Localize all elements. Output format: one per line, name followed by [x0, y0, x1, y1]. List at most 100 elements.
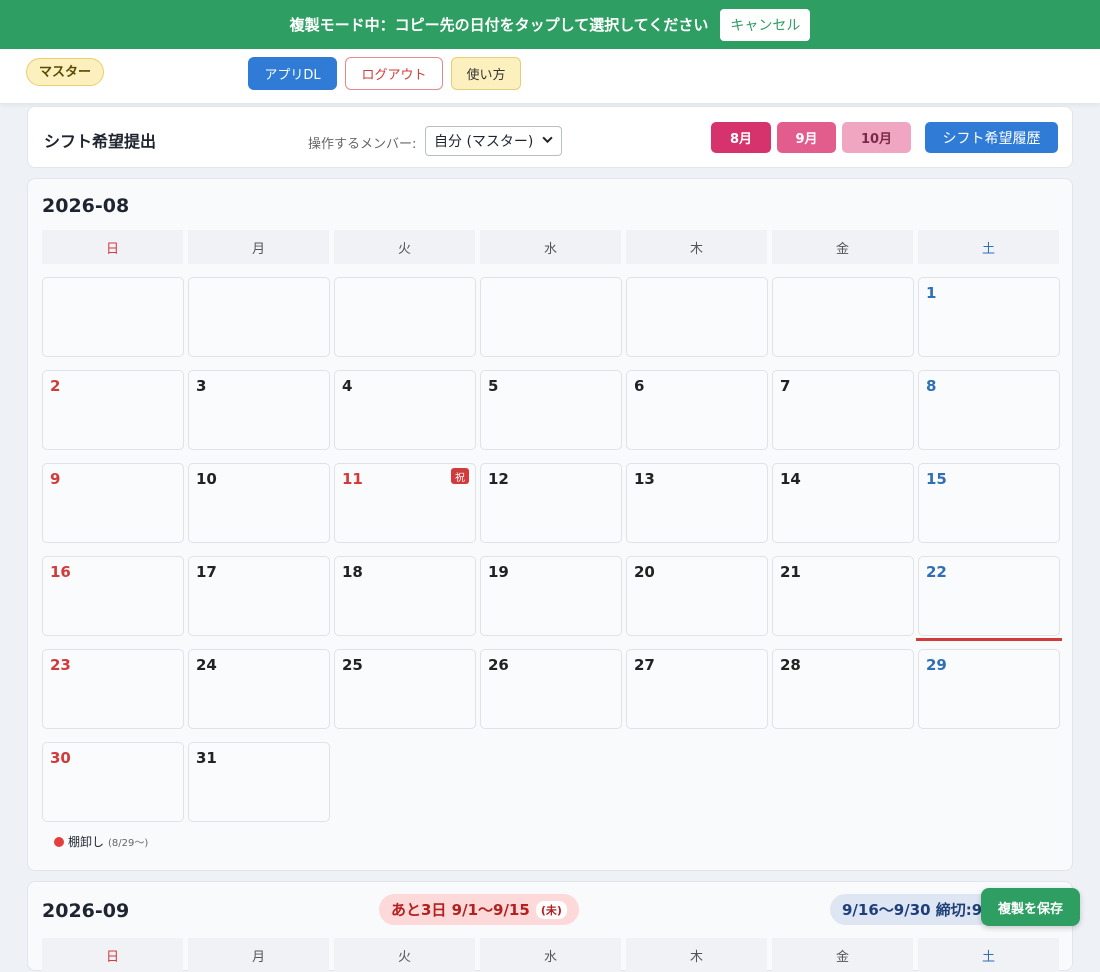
- day-number: 28: [780, 656, 801, 674]
- day-number: 10: [196, 470, 217, 488]
- member-select[interactable]: 自分 (マスター): [425, 126, 562, 156]
- page-title: シフト希望提出: [44, 132, 157, 151]
- day-cell-12[interactable]: 12: [480, 463, 622, 543]
- day-number: 30: [50, 749, 71, 767]
- day-cell-21[interactable]: 21: [772, 556, 914, 636]
- empty-day-cell: [334, 277, 476, 357]
- day-number: 25: [342, 656, 363, 674]
- empty-day-cell: [626, 277, 768, 357]
- weekday-header-thu: 木: [626, 230, 767, 264]
- day-number: 13: [634, 470, 655, 488]
- day-number: 14: [780, 470, 801, 488]
- save-copy-button[interactable]: 複製を保存: [981, 888, 1080, 926]
- day-cell-15[interactable]: 15: [918, 463, 1060, 543]
- day-number: 2: [50, 377, 61, 395]
- weekday-header-wed: 水: [480, 938, 621, 972]
- day-cell-18[interactable]: 18: [334, 556, 476, 636]
- month-button-aug[interactable]: 8月: [711, 122, 771, 153]
- deadline-text: あと3日 9/1〜9/15: [391, 901, 530, 919]
- legend: 棚卸し (8/29〜): [54, 833, 148, 850]
- month-button-oct[interactable]: 10月: [842, 122, 911, 153]
- empty-day-cell: [42, 277, 184, 357]
- day-cell-2[interactable]: 2: [42, 370, 184, 450]
- day-cell-23[interactable]: 23: [42, 649, 184, 729]
- day-number: 11: [342, 470, 363, 488]
- empty-day-cell: [188, 277, 330, 357]
- day-cell-16[interactable]: 16: [42, 556, 184, 636]
- day-cell-13[interactable]: 13: [626, 463, 768, 543]
- shift-history-button[interactable]: シフト希望履歴: [925, 122, 1058, 153]
- top-header: マスター アプリDL ログアウト 使い方: [0, 49, 1100, 103]
- day-number: 1: [926, 284, 937, 302]
- day-cell-5[interactable]: 5: [480, 370, 622, 450]
- day-number: 6: [634, 377, 645, 395]
- master-badge: マスター: [26, 58, 105, 86]
- day-cell-9[interactable]: 9: [42, 463, 184, 543]
- day-cell-7[interactable]: 7: [772, 370, 914, 450]
- empty-day-cell: [772, 277, 914, 357]
- day-cell-28[interactable]: 28: [772, 649, 914, 729]
- day-cell-10[interactable]: 10: [188, 463, 330, 543]
- today-indicator: [916, 638, 1062, 641]
- day-number: 21: [780, 563, 801, 581]
- day-number: 17: [196, 563, 217, 581]
- weekday-header-thu: 木: [626, 938, 767, 972]
- legend-label: 棚卸し: [68, 835, 105, 849]
- day-number: 19: [488, 563, 509, 581]
- day-number: 7: [780, 377, 791, 395]
- month-button-sep[interactable]: 9月: [777, 122, 836, 153]
- day-number: 23: [50, 656, 71, 674]
- shift-toolbar: シフト希望提出 操作するメンバー: 自分 (マスター) 8月 9月 10月 シフ…: [27, 106, 1073, 168]
- weekday-header-sat: 土: [918, 230, 1059, 264]
- chevron-down-icon: [542, 134, 553, 148]
- day-number: 4: [342, 377, 353, 395]
- member-select-value: 自分 (マスター): [434, 134, 534, 150]
- day-cell-20[interactable]: 20: [626, 556, 768, 636]
- event-dot-icon: [54, 836, 64, 847]
- weekday-header-fri: 金: [772, 230, 913, 264]
- day-cell-26[interactable]: 26: [480, 649, 622, 729]
- day-cell-8[interactable]: 8: [918, 370, 1060, 450]
- day-number: 8: [926, 377, 937, 395]
- day-number: 24: [196, 656, 217, 674]
- deadline-status: (未): [535, 900, 567, 919]
- month-title: 2026-08: [42, 195, 130, 217]
- day-cell-19[interactable]: 19: [480, 556, 622, 636]
- member-select-label: 操作するメンバー:: [308, 137, 417, 152]
- cancel-copy-button[interactable]: キャンセル: [720, 8, 811, 41]
- day-cell-14[interactable]: 14: [772, 463, 914, 543]
- app-download-button[interactable]: アプリDL: [248, 57, 337, 90]
- empty-day-cell: [480, 277, 622, 357]
- day-cell-29[interactable]: 29: [918, 649, 1060, 729]
- weekday-header-wed: 水: [480, 230, 621, 264]
- month-calendar-september: 2026-09 あと3日 9/1〜9/15 (未) 9/16〜9/30 締切:9…: [27, 881, 1074, 972]
- day-cell-25[interactable]: 25: [334, 649, 476, 729]
- weekday-header-fri: 金: [772, 938, 913, 972]
- weekday-header-sat: 土: [918, 938, 1059, 972]
- day-cell-30[interactable]: 30: [42, 742, 184, 822]
- day-cell-31[interactable]: 31: [188, 742, 330, 822]
- logout-button[interactable]: ログアウト: [345, 57, 443, 90]
- day-number: 20: [634, 563, 655, 581]
- day-number: 3: [196, 377, 207, 395]
- day-cell-22[interactable]: 22: [918, 556, 1060, 636]
- weekday-header-tue: 火: [334, 938, 475, 972]
- weekday-header-sun: 日: [42, 230, 183, 264]
- day-cell-1[interactable]: 1: [918, 277, 1060, 357]
- month-title: 2026-09: [42, 900, 130, 922]
- day-cell-17[interactable]: 17: [188, 556, 330, 636]
- day-cell-6[interactable]: 6: [626, 370, 768, 450]
- day-cell-24[interactable]: 24: [188, 649, 330, 729]
- howto-button[interactable]: 使い方: [451, 57, 521, 90]
- day-number: 15: [926, 470, 947, 488]
- day-number: 27: [634, 656, 655, 674]
- day-cell-11[interactable]: 11 祝: [334, 463, 476, 543]
- day-cell-3[interactable]: 3: [188, 370, 330, 450]
- copy-mode-banner: 複製モード中：コピー先の日付をタップして選択してください キャンセル: [0, 0, 1100, 49]
- day-cell-27[interactable]: 27: [626, 649, 768, 729]
- day-number: 18: [342, 563, 363, 581]
- weekday-header-mon: 月: [188, 230, 329, 264]
- day-cell-4[interactable]: 4: [334, 370, 476, 450]
- copy-mode-message: 複製モード中：コピー先の日付をタップして選択してください: [289, 16, 709, 34]
- day-number: 22: [926, 563, 947, 581]
